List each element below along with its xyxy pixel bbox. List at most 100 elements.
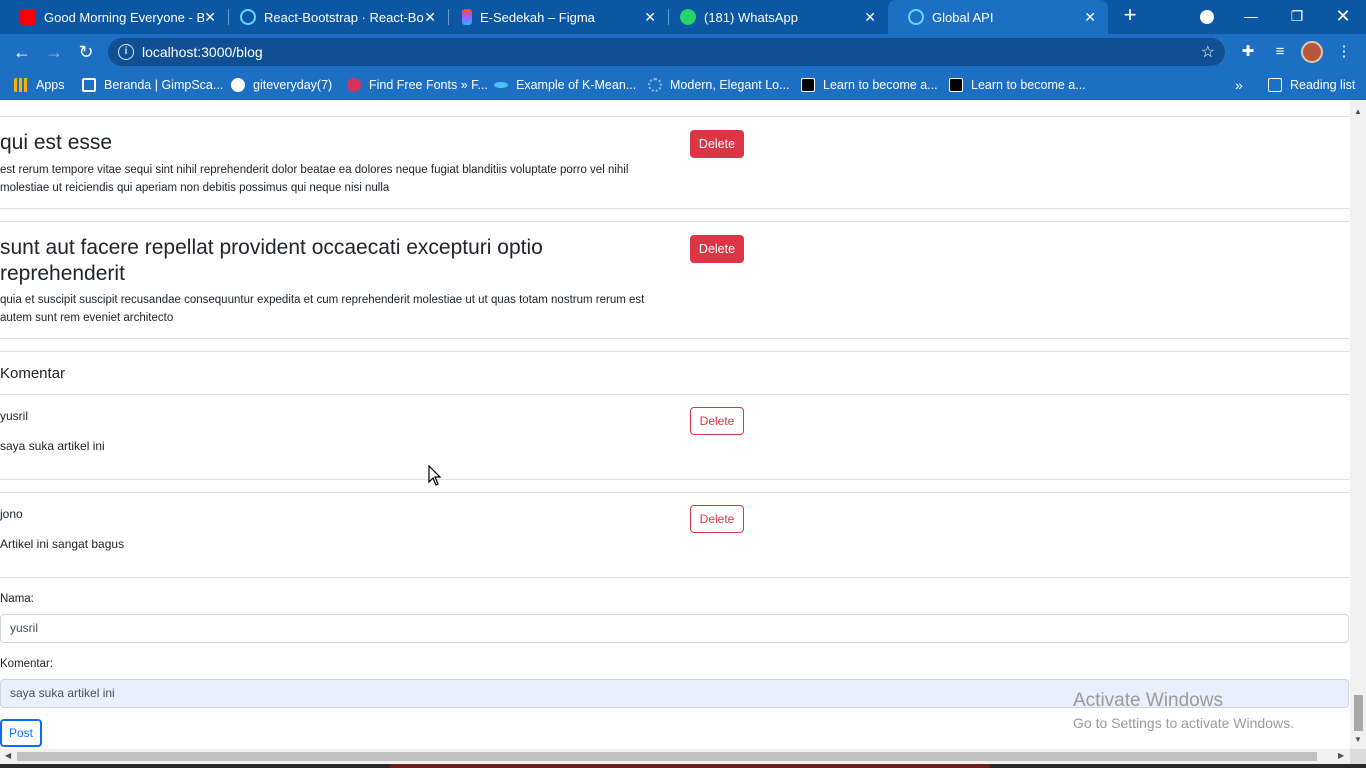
bookmark-kmeans[interactable]: Example of K-Mean...	[494, 77, 636, 93]
tab-figma[interactable]: E-Sedekah – Figma ✕	[442, 0, 668, 34]
bookmark-modern-elegant[interactable]: Modern, Elegant Lo...	[648, 77, 790, 93]
scroll-left-icon[interactable]: ◀	[5, 751, 11, 760]
bookmarks-bar: Apps Beranda | GimpSca... giteveryday(7)…	[0, 70, 1366, 100]
apps-grid-icon	[14, 78, 28, 92]
info-icon[interactable]: i	[118, 44, 134, 60]
tab-search-button[interactable]	[1184, 0, 1230, 34]
bookmark-label: Learn to become a...	[823, 78, 938, 92]
divider	[0, 208, 1350, 209]
extensions-icon[interactable]: ✚	[1238, 42, 1258, 62]
chevron-down-icon	[1200, 10, 1214, 25]
new-tab-button[interactable]: +	[1118, 4, 1142, 28]
bookmark-label: Learn to become a...	[971, 78, 1086, 92]
forward-button[interactable]: →	[42, 40, 66, 64]
comment-author: jono	[0, 507, 23, 521]
bookmark-gimpscape[interactable]: Beranda | GimpSca...	[82, 77, 223, 93]
divider	[0, 479, 1350, 480]
scrollbar-thumb[interactable]	[17, 752, 1317, 761]
tab-youtube[interactable]: Good Morning Everyone - Bu ✕	[0, 0, 228, 34]
tab-title: E-Sedekah – Figma	[480, 9, 595, 25]
address-bar[interactable]: i localhost:3000/blog ☆	[108, 38, 1225, 66]
close-icon[interactable]: ✕	[864, 9, 876, 25]
figma-icon	[462, 9, 472, 25]
post-button[interactable]: Post	[0, 719, 42, 747]
page-content: qui est esse est rerum tempore vitae seq…	[0, 101, 1350, 749]
divider	[0, 116, 1350, 117]
tab-global-api[interactable]: Global API ✕	[888, 0, 1108, 34]
bookmark-learn-1[interactable]: Learn to become a...	[801, 77, 938, 93]
activation-watermark: Activate Windows Go to Settings to activ…	[1073, 690, 1294, 734]
comments-title: Komentar	[0, 365, 66, 382]
youtube-icon	[20, 9, 36, 25]
browser-toolbar: ← → ↻ i localhost:3000/blog ☆ ✚ ≡ ⋮	[0, 34, 1366, 70]
tab-whatsapp[interactable]: (181) WhatsApp ✕	[660, 0, 888, 34]
bookmark-learn-2[interactable]: Learn to become a...	[949, 77, 1086, 93]
name-input[interactable]: yusril	[0, 614, 1349, 643]
minimize-button[interactable]: —	[1228, 0, 1274, 34]
comment-author: yusril	[0, 409, 29, 423]
comment-text: Artikel ini sangat bagus	[0, 537, 125, 551]
tab-strip: Good Morning Everyone - Bu ✕ React-Boots…	[0, 0, 1366, 34]
delete-post-button[interactable]: Delete	[690, 130, 744, 158]
scrollbar-corner	[1350, 749, 1366, 764]
taskbar-highlight	[390, 764, 990, 768]
react-icon	[908, 9, 924, 25]
url-text[interactable]: localhost:3000/blog	[142, 44, 263, 60]
restore-button[interactable]: ❐	[1274, 0, 1320, 34]
logo-icon	[648, 78, 662, 92]
delete-comment-button[interactable]: Delete	[690, 407, 744, 435]
bookmark-fonts[interactable]: Find Free Fonts » F...	[347, 77, 488, 93]
bookmark-label: Apps	[36, 78, 65, 92]
post-title: sunt aut facere repellat provident occae…	[0, 236, 543, 285]
close-icon[interactable]: ✕	[204, 9, 216, 25]
scroll-down-icon[interactable]: ▼	[1354, 735, 1362, 744]
bookmark-giteveryday[interactable]: giteveryday(7)	[231, 77, 332, 93]
bookmark-apps[interactable]: Apps	[14, 77, 65, 93]
divider	[0, 394, 1350, 395]
reading-list-label: Reading list	[1290, 78, 1356, 92]
tab-react-bootstrap[interactable]: React-Bootstrap · React-Boot ✕	[220, 0, 448, 34]
vertical-scrollbar[interactable]: ▲ ▼	[1350, 101, 1366, 749]
menu-icon[interactable]: ⋮	[1334, 42, 1354, 62]
more-bookmarks-icon[interactable]: »	[1235, 77, 1243, 93]
post-title: qui est esse	[0, 131, 113, 154]
close-window-button[interactable]: ✕	[1320, 0, 1366, 34]
gimpscape-icon	[82, 78, 96, 92]
delete-post-button[interactable]: Delete	[690, 235, 744, 263]
reading-list-button[interactable]: Reading list	[1268, 77, 1355, 93]
bookmark-label: Modern, Elegant Lo...	[670, 78, 790, 92]
bookmark-star-icon[interactable]: ☆	[1201, 42, 1215, 62]
close-icon[interactable]: ✕	[1084, 9, 1096, 25]
reload-button[interactable]: ↻	[74, 40, 98, 64]
avatar[interactable]	[1301, 41, 1323, 63]
post-body: est rerum tempore vitae sequi sint nihil…	[0, 164, 629, 194]
divider	[0, 492, 1350, 493]
back-button[interactable]: ←	[10, 40, 34, 64]
scroll-right-icon[interactable]: ▶	[1338, 751, 1344, 760]
whatsapp-icon	[680, 9, 696, 25]
comment-text: saya suka artikel ini	[0, 439, 105, 453]
bookmark-label: Example of K-Mean...	[516, 78, 637, 92]
post-body: quia et suscipit suscipit recusandae con…	[0, 294, 645, 324]
divider	[0, 221, 1350, 222]
comment-label: Komentar:	[0, 658, 54, 670]
horizontal-scrollbar[interactable]: ◀ ▶	[0, 749, 1350, 764]
fonts-icon	[347, 78, 361, 92]
reading-list-icon	[1268, 78, 1282, 92]
divider	[0, 338, 1350, 339]
bookmark-label: Find Free Fonts » F...	[369, 78, 488, 92]
divider	[0, 577, 1350, 578]
globe-icon	[231, 78, 245, 92]
scroll-up-icon[interactable]: ▲	[1354, 107, 1362, 116]
delete-comment-button[interactable]: Delete	[690, 505, 744, 533]
name-label: Nama:	[0, 593, 34, 605]
bookmark-label: Beranda | GimpSca...	[104, 78, 224, 92]
tab-title: React-Bootstrap · React-Boot	[264, 9, 424, 25]
scrollbar-thumb[interactable]	[1354, 695, 1363, 731]
media-control-icon[interactable]: ≡	[1270, 42, 1290, 62]
close-icon[interactable]: ✕	[644, 9, 656, 25]
tab-title: Global API	[932, 9, 994, 25]
close-icon[interactable]: ✕	[424, 9, 436, 25]
watermark-title: Activate Windows	[1073, 690, 1223, 711]
mouse-cursor-icon	[428, 465, 442, 486]
